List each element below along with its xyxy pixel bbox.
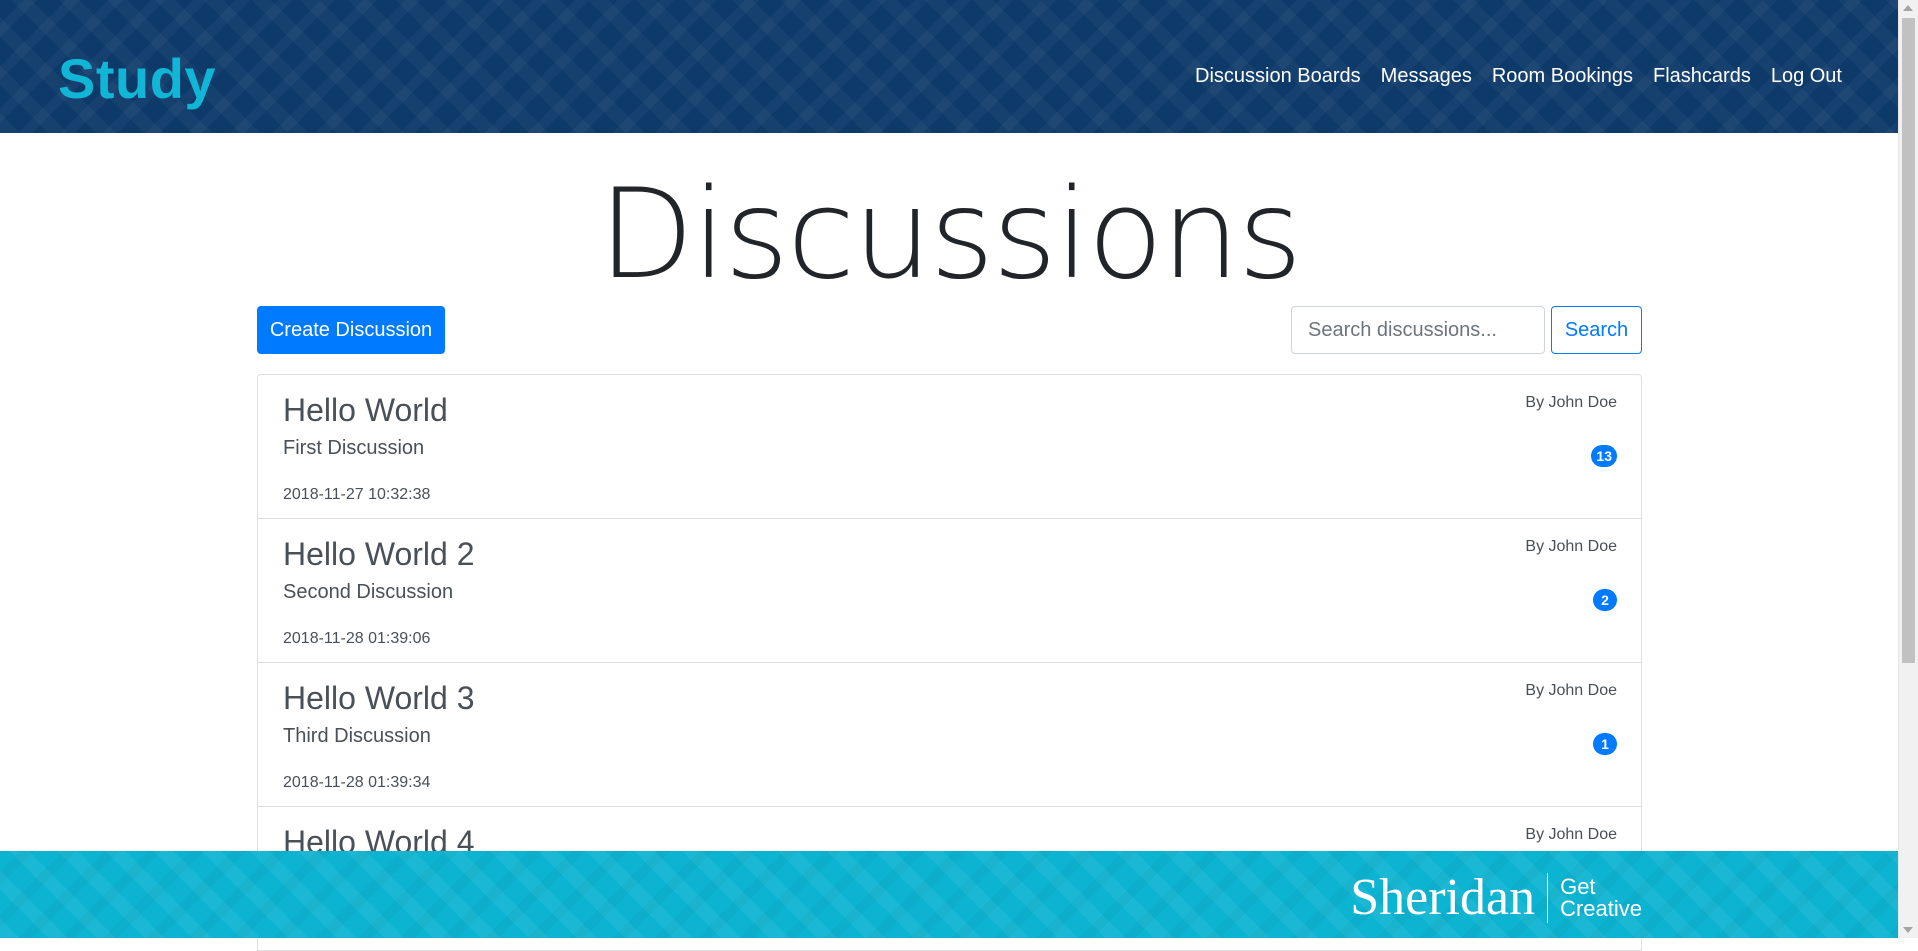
footer-wordmark: Sheridan [1350,869,1536,926]
nav-messages[interactable]: Messages [1371,60,1482,92]
discussion-item[interactable]: Hello World 2 Second Discussion 2018-11-… [257,518,1642,663]
sheridan-logo[interactable]: Sheridan Get Creative [1350,870,1642,926]
nav-flashcards[interactable]: Flashcards [1643,60,1761,92]
scroll-up-arrow-icon[interactable] [1903,5,1913,11]
discussion-subtitle: Second Discussion [283,581,454,603]
discussion-item[interactable]: Hello World 3 Third Discussion 2018-11-2… [257,662,1642,807]
discussion-title: Hello World 2 [283,536,475,572]
search-input[interactable] [1291,306,1545,354]
discussion-date: 2018-11-28 01:39:34 [283,774,431,791]
discussion-title: Hello World 3 [283,680,475,716]
discussion-author: By John Doe [1525,538,1617,555]
search-button[interactable]: Search [1551,306,1642,354]
discussion-title: Hello World [283,392,448,428]
reply-count-badge: 2 [1593,589,1617,611]
discussion-item[interactable]: Hello World First Discussion 2018-11-27 … [257,374,1642,519]
reply-count-badge: 1 [1593,733,1617,755]
scroll-thumb[interactable] [1902,18,1915,663]
brand-logo[interactable]: Study [58,44,216,114]
discussion-author: By John Doe [1525,394,1617,411]
discussion-subtitle: Third Discussion [283,725,431,747]
page-scrollbar[interactable] [1898,0,1918,938]
discussion-date: 2018-11-28 01:39:06 [283,630,431,647]
tagline-line-2: Creative [1560,896,1642,921]
discussion-author: By John Doe [1525,826,1617,843]
main-nav: Discussion Boards Messages Room Bookings… [1185,60,1852,92]
create-discussion-button[interactable]: Create Discussion [257,306,445,354]
nav-log-out[interactable]: Log Out [1761,60,1852,92]
site-footer: Sheridan Get Creative [0,851,1899,938]
footer-tagline: Get Creative [1560,876,1642,920]
nav-discussion-boards[interactable]: Discussion Boards [1185,60,1371,92]
discussion-date: 2018-11-27 10:32:38 [283,486,431,503]
reply-count-badge: 13 [1591,445,1617,467]
site-header: Study Discussion Boards Messages Room Bo… [0,0,1899,133]
footer-divider [1547,873,1549,923]
discussion-subtitle: First Discussion [283,437,425,459]
nav-room-bookings[interactable]: Room Bookings [1482,60,1643,92]
discussion-author: By John Doe [1525,682,1617,699]
page-title: Discussions [598,163,1302,307]
scroll-down-arrow-icon[interactable] [1903,927,1913,933]
